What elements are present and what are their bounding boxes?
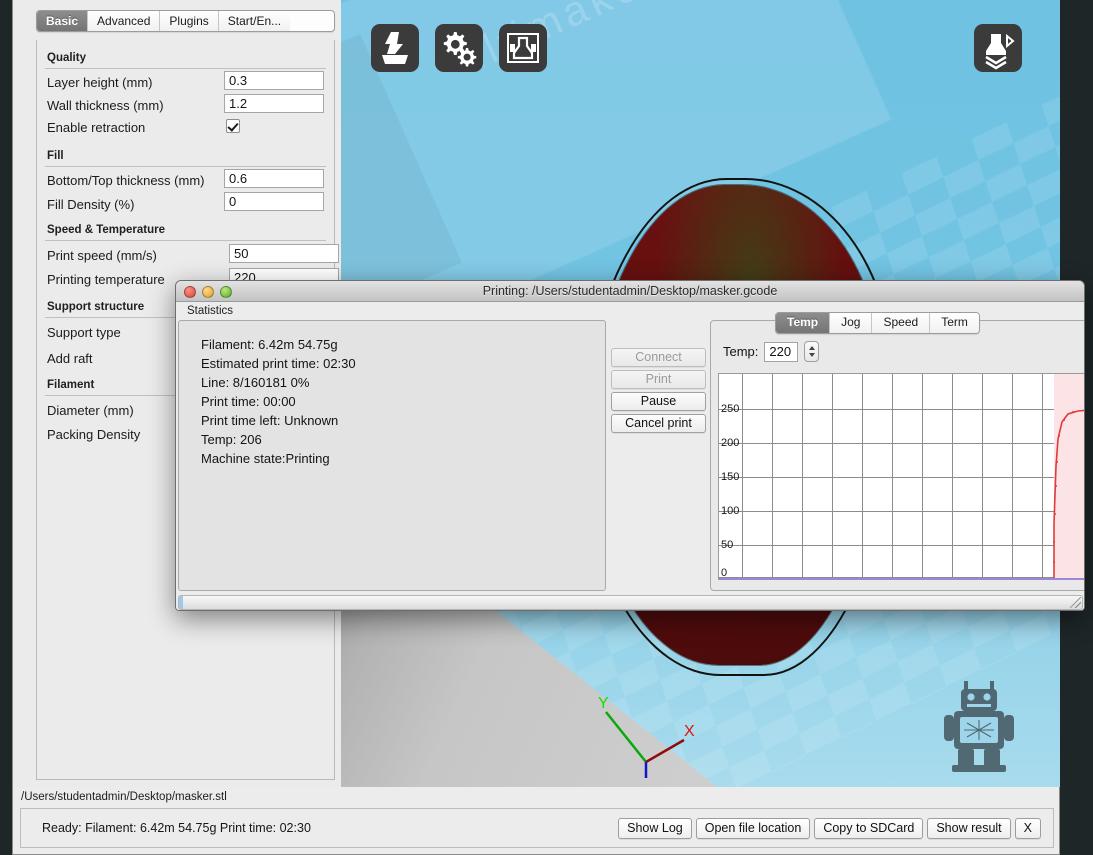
chart-ytick-150: 150 — [721, 471, 740, 483]
chart-temperature-curve — [1053, 409, 1084, 579]
connect-button[interactable]: Connect — [611, 348, 706, 367]
temp-stepper[interactable] — [804, 341, 820, 362]
svg-text:X: X — [684, 723, 695, 740]
open-file-location-button[interactable]: Open file location — [695, 818, 811, 839]
field-input-fill-density[interactable]: 0 — [224, 192, 324, 211]
temp-field-label: Temp: — [723, 344, 759, 359]
dialog-title: Printing: /Users/studentadmin/Desktop/ma… — [482, 284, 778, 298]
tab-speed[interactable]: Speed — [872, 313, 931, 333]
dialog-titlebar[interactable]: Printing: /Users/studentadmin/Desktop/ma… — [176, 281, 1084, 302]
temp-input[interactable]: 220 — [764, 341, 799, 362]
stat-machine-state: Machine state:Printing — [201, 451, 330, 466]
field-label-bottom-top-thickness: Bottom/Top thickness (mm) — [47, 173, 205, 188]
tab-term[interactable]: Term — [930, 313, 979, 333]
chart-ytick-50: 50 — [721, 539, 734, 551]
chart-baseline — [719, 578, 1084, 580]
temperature-chart: 250 200 150 100 50 0 — [718, 373, 1084, 580]
field-label-wall-thickness: Wall thickness (mm) — [47, 98, 164, 113]
print-preview-icon[interactable] — [499, 24, 547, 72]
settings-tab-strip[interactable]: Basic Advanced Plugins Start/En... — [36, 10, 335, 32]
tab-start-end[interactable]: Start/En... — [218, 11, 291, 31]
close-status-button[interactable]: X — [1014, 818, 1041, 839]
group-rule-fill — [45, 166, 326, 167]
layers-view-icon[interactable] — [974, 24, 1022, 72]
stat-print-time: Print time: 00:00 — [201, 394, 296, 409]
statistics-panel: Filament: 6.42m 54.75g Estimated print t… — [178, 320, 606, 591]
dialog-footer — [178, 595, 1083, 610]
temp-control-row: Temp: 220 — [723, 341, 820, 362]
load-model-icon[interactable] — [371, 24, 419, 72]
group-title-fill: Fill — [47, 150, 64, 162]
group-title-filament: Filament — [47, 379, 95, 391]
chart-ytick-200: 200 — [721, 437, 740, 449]
tab-basic[interactable]: Basic — [37, 11, 89, 31]
copy-to-sdcard-button[interactable]: Copy to SDCard — [814, 818, 924, 839]
svg-text:Y: Y — [598, 695, 609, 712]
axis-indicator: Y X — [598, 695, 695, 778]
dialog-footer-accent — [179, 596, 183, 609]
stat-estimated-time: Estimated print time: 02:30 — [201, 356, 356, 371]
field-label-fill-density: Fill Density (%) — [47, 197, 135, 212]
stat-print-time-left: Print time left: Unknown — [201, 413, 339, 428]
stat-line-progress: Line: 8/160181 0% — [201, 375, 310, 390]
field-label-packing-density: Packing Density — [47, 427, 141, 442]
show-log-button[interactable]: Show Log — [618, 818, 692, 839]
field-input-layer-height[interactable]: 0.3 — [224, 71, 324, 90]
stl-file-path: /Users/studentadmin/Desktop/masker.stl — [21, 791, 227, 803]
dialog-body: Statistics Filament: 6.42m 54.75g Estima… — [176, 302, 1084, 610]
tab-temp[interactable]: Temp — [776, 313, 831, 333]
field-label-layer-height: Layer height (mm) — [47, 75, 153, 90]
group-rule-quality — [45, 68, 326, 69]
robot-watermark-icon — [944, 681, 1014, 772]
field-input-bottom-top-thickness[interactable]: 0.6 — [224, 169, 324, 188]
pause-button[interactable]: Pause — [611, 392, 706, 411]
printing-dialog[interactable]: Printing: /Users/studentadmin/Desktop/ma… — [175, 280, 1085, 611]
settings-gears-icon[interactable] — [435, 24, 483, 72]
field-input-wall-thickness[interactable]: 1.2 — [224, 94, 324, 113]
resize-grip-icon[interactable] — [1070, 597, 1081, 608]
group-rule-speed-temperature — [45, 240, 326, 241]
statistics-label: Statistics — [187, 305, 234, 317]
print-button[interactable]: Print — [611, 370, 706, 389]
chart-ytick-100: 100 — [721, 505, 740, 517]
tab-advanced[interactable]: Advanced — [88, 11, 161, 31]
field-label-support-type: Support type — [47, 325, 121, 340]
screen: Basic Advanced Plugins Start/En... Quali… — [0, 0, 1093, 855]
status-text: Ready: Filament: 6.42m 54.75g Print time… — [42, 821, 311, 835]
show-result-button[interactable]: Show result — [927, 818, 1011, 839]
field-label-enable-retraction: Enable retraction — [47, 120, 146, 135]
stat-temp: Temp: 206 — [201, 432, 262, 447]
dialog-button-group: Connect Print Pause Cancel print — [611, 348, 706, 436]
field-label-diameter: Diameter (mm) — [47, 403, 134, 418]
field-input-print-speed[interactable]: 50 — [229, 244, 339, 263]
terminal-pane: Temp Jog Speed Term Temp: 220 250 200 15… — [710, 312, 1084, 591]
chart-ytick-250: 250 — [721, 403, 740, 415]
group-title-quality: Quality — [47, 52, 86, 64]
field-label-printing-temperature: Printing temperature — [47, 272, 165, 287]
tab-plugins[interactable]: Plugins — [160, 11, 219, 31]
checkbox-enable-retraction[interactable] — [226, 119, 240, 133]
cancel-print-button[interactable]: Cancel print — [611, 414, 706, 433]
group-title-support-structure: Support structure — [47, 301, 145, 313]
terminal-tab-strip[interactable]: Temp Jog Speed Term — [775, 312, 980, 334]
status-bar: Ready: Filament: 6.42m 54.75g Print time… — [20, 808, 1054, 848]
field-label-add-raft: Add raft — [47, 351, 93, 366]
group-title-speed-temperature: Speed & Temperature — [47, 224, 166, 236]
stat-filament: Filament: 6.42m 54.75g — [201, 337, 338, 352]
tab-jog[interactable]: Jog — [830, 313, 873, 333]
field-label-print-speed: Print speed (mm/s) — [47, 248, 157, 263]
status-button-group: Show Log Open file location Copy to SDCa… — [618, 818, 1041, 839]
